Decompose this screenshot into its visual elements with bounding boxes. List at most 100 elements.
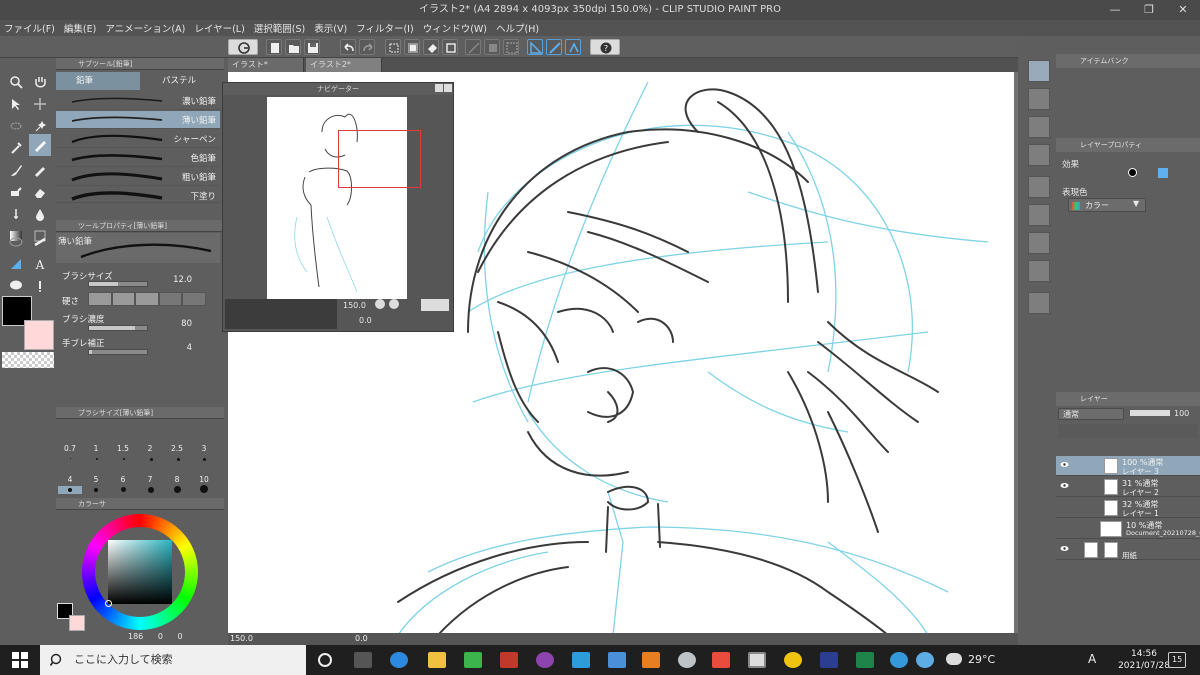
zoom-in-icon[interactable] <box>389 299 399 309</box>
balloon-tool-icon[interactable] <box>5 276 27 296</box>
size-preset-3[interactable]: 3 <box>194 444 214 453</box>
visibility-eye-icon[interactable] <box>1060 482 1069 489</box>
navigator-view-frame[interactable] <box>338 130 421 188</box>
navigator-panel-icon[interactable] <box>1028 88 1050 110</box>
pen-tool-icon[interactable] <box>29 134 51 156</box>
opacity-slider[interactable] <box>1130 410 1170 416</box>
hardness-selector[interactable] <box>88 292 206 306</box>
excel-icon[interactable] <box>856 652 874 668</box>
redo-icon[interactable] <box>359 39 375 55</box>
layer-item-document[interactable]: 10 %通常 Document_20210728_0 <box>1056 519 1200 539</box>
navigator-rotation-value[interactable]: 0.0 <box>359 316 372 325</box>
select-all-icon[interactable] <box>503 39 519 55</box>
auto-action-icon[interactable] <box>1028 260 1050 282</box>
subtool-tab-pencil[interactable]: 鉛筆 <box>56 72 140 90</box>
sub-color-swatch[interactable] <box>24 320 54 350</box>
transparent-color-swatch[interactable] <box>2 352 54 368</box>
size-preset-8[interactable]: 8 <box>167 475 187 484</box>
tab-illust-2[interactable]: イラスト2* <box>306 58 382 72</box>
special-ruler-snap-icon[interactable] <box>546 39 562 55</box>
taskbar-search-input[interactable]: ここに入力して検索 <box>40 645 306 675</box>
layer-item-2[interactable]: 31 %通常 レイヤー 2 <box>1056 477 1200 497</box>
navigator-thumbnail[interactable] <box>267 97 421 299</box>
clip-studio-icon[interactable] <box>228 39 258 55</box>
size-preset-6[interactable]: 6 <box>113 475 133 484</box>
info-icon[interactable] <box>1028 144 1050 166</box>
status-rotation[interactable]: 0.0 <box>355 633 368 645</box>
help-app-icon[interactable] <box>890 652 908 668</box>
auto-select-tool-icon[interactable] <box>29 116 51 136</box>
flip-icons[interactable] <box>421 299 449 311</box>
move-layer-tool-icon[interactable] <box>29 94 51 114</box>
mail-icon[interactable] <box>608 652 626 668</box>
navigator-close-icon[interactable] <box>444 84 452 92</box>
maximize-button[interactable]: ❐ <box>1132 0 1166 20</box>
brush-item-color-pencil[interactable]: 色鉛筆 <box>56 149 220 167</box>
menu-layer[interactable]: レイヤー(L) <box>194 21 244 35</box>
layer-item-3[interactable]: 100 %通常 レイヤー 3 <box>1056 456 1200 476</box>
brush-item-mechanical-pencil[interactable]: シャーペン <box>56 130 220 148</box>
edge-icon[interactable] <box>390 652 408 668</box>
menu-edit[interactable]: 編集(E) <box>64 21 96 35</box>
chrome-icon[interactable] <box>784 652 802 668</box>
clear-outside-icon[interactable] <box>404 39 420 55</box>
layer-search-icon[interactable] <box>1028 176 1050 198</box>
layer-item-paper[interactable]: 用紙 <box>1056 540 1200 560</box>
size-preset-7[interactable]: 7 <box>140 475 160 484</box>
status-zoom[interactable]: 150.0 <box>230 633 253 645</box>
brush-tool-icon[interactable] <box>5 160 27 180</box>
open-file-icon[interactable] <box>285 39 301 55</box>
fill-tool-icon[interactable] <box>29 204 51 224</box>
border-effect-icon[interactable] <box>1128 168 1137 177</box>
music-app-icon[interactable] <box>464 652 482 668</box>
size-preset-5[interactable]: 5 <box>86 475 106 484</box>
brush-density-slider[interactable] <box>88 325 148 331</box>
history-icon[interactable] <box>1028 232 1050 254</box>
text-tool-icon[interactable]: A <box>29 254 51 274</box>
tab-illust-1[interactable]: イラスト* <box>228 58 304 72</box>
sub-view-icon[interactable] <box>1028 116 1050 138</box>
airbrush-tool-icon[interactable] <box>29 160 51 180</box>
opacity-value[interactable]: 100 <box>1174 409 1189 418</box>
size-preset-1-5[interactable]: 1.5 <box>113 444 133 453</box>
menu-selection[interactable]: 選択範囲(S) <box>254 21 305 35</box>
animation-timeline-icon[interactable] <box>1028 204 1050 226</box>
navigator-minimize-icon[interactable] <box>435 84 443 92</box>
zoom-tool-icon[interactable] <box>5 72 27 92</box>
vector-tool-icon[interactable] <box>5 254 27 274</box>
m-app-icon[interactable] <box>572 652 590 668</box>
brush-item-dark-pencil[interactable]: 濃い鉛筆 <box>56 92 220 110</box>
size-preset-10[interactable]: 10 <box>194 475 214 484</box>
stabilization-slider[interactable] <box>88 349 148 355</box>
brush-app-icon[interactable] <box>712 652 730 668</box>
task-view-icon[interactable] <box>354 652 372 668</box>
frame-tool-icon[interactable] <box>5 232 27 252</box>
grid-snap-icon[interactable] <box>565 39 581 55</box>
brush-density-value[interactable]: 80 <box>160 319 192 329</box>
media-app-icon[interactable] <box>536 652 554 668</box>
subtool-tab-pastel[interactable]: パステル <box>142 72 224 90</box>
ruler-snap-icon[interactable] <box>527 39 543 55</box>
audio-app-icon[interactable] <box>500 652 518 668</box>
windows-start-icon[interactable] <box>12 652 28 668</box>
menu-help[interactable]: ヘルプ(H) <box>496 21 539 35</box>
zoom-out-icon[interactable] <box>375 299 385 309</box>
office-app-icon[interactable] <box>642 652 660 668</box>
hand-tool-icon[interactable] <box>29 72 51 92</box>
brush-item-underpaint[interactable]: 下塗り <box>56 187 220 203</box>
ime-indicator[interactable]: A <box>1088 652 1096 666</box>
taskbar-clock[interactable]: 14:56 2021/07/28 <box>1114 648 1174 672</box>
eyedropper-tool-icon[interactable] <box>5 138 27 158</box>
clip-studio-taskbar-icon[interactable] <box>748 652 766 668</box>
menu-file[interactable]: ファイル(F) <box>4 21 55 35</box>
layer-item-1[interactable]: 32 %通常 レイヤー 1 <box>1056 498 1200 518</box>
line-effect-tool-icon[interactable] <box>29 276 51 296</box>
visibility-eye-icon[interactable] <box>1060 545 1069 552</box>
size-preset-2[interactable]: 2 <box>140 444 160 453</box>
size-preset-2-5[interactable]: 2.5 <box>167 444 187 453</box>
fill-icon[interactable] <box>423 39 439 55</box>
transform-icon[interactable] <box>442 39 458 55</box>
close-button[interactable]: ✕ <box>1166 0 1200 20</box>
weather-cloud-icon[interactable] <box>946 653 962 665</box>
layer-color-icon[interactable] <box>1158 168 1168 178</box>
